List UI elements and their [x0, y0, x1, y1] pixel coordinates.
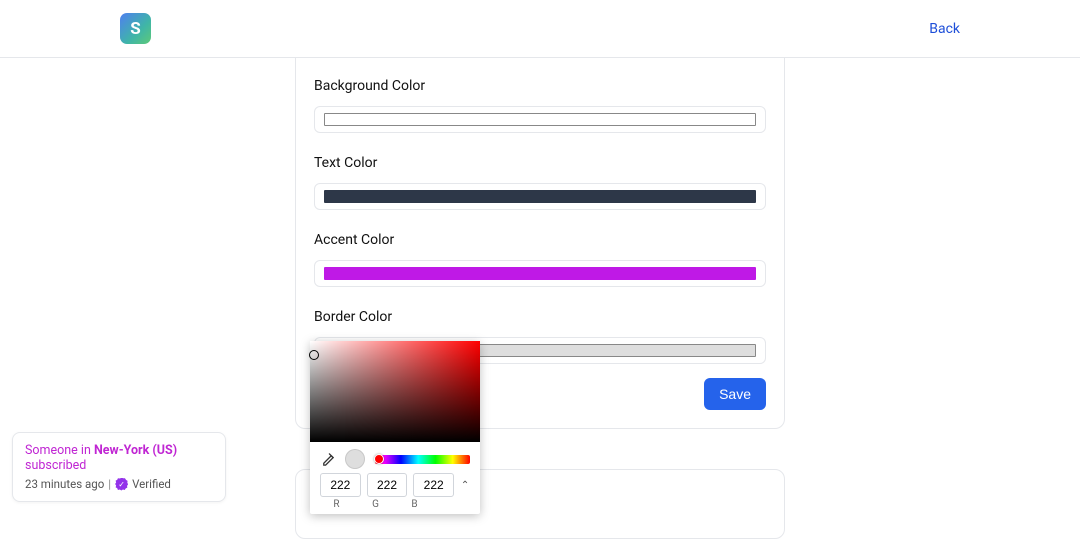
app-logo: S [120, 13, 151, 44]
accent-color-swatch [324, 267, 756, 280]
verified-badge-icon: ✓ [115, 478, 128, 491]
toast-prefix: Someone in [25, 443, 94, 458]
background-color-swatch [324, 113, 756, 126]
save-button[interactable]: Save [704, 378, 766, 410]
color-picker-popover: ⌃ R G B [310, 341, 480, 514]
toast-separator: | [108, 477, 111, 491]
color-preview-swatch [345, 449, 365, 469]
text-color-field[interactable] [314, 183, 766, 210]
border-color-label: Border Color [314, 309, 766, 325]
toast-location: New-York (US) [94, 443, 177, 458]
g-label: G [359, 499, 392, 510]
text-color-swatch [324, 190, 756, 203]
toast-time: 23 minutes ago [25, 477, 104, 491]
color-picker-controls [310, 442, 480, 473]
hue-slider[interactable] [375, 455, 470, 464]
background-color-field[interactable] [314, 106, 766, 133]
saturation-handle[interactable] [309, 350, 319, 360]
r-label: R [320, 499, 353, 510]
notification-toast: Someone in New-York (US) subscribed 23 m… [12, 432, 226, 502]
rgb-labels: R G B [310, 499, 480, 514]
rgb-b-input[interactable] [413, 473, 454, 497]
rgb-inputs: ⌃ [310, 473, 480, 499]
back-link[interactable]: Back [929, 21, 960, 37]
rgb-r-input[interactable] [320, 473, 361, 497]
color-picker-saturation[interactable] [310, 341, 480, 442]
background-color-label: Background Color [314, 78, 766, 94]
accent-color-label: Accent Color [314, 232, 766, 248]
rgb-g-input[interactable] [367, 473, 408, 497]
toast-suffix: subscribed [25, 458, 86, 473]
logo-letter: S [130, 19, 140, 39]
toast-meta: 23 minutes ago | ✓ Verified [25, 477, 213, 491]
verified-label: Verified [132, 477, 171, 491]
format-toggle-icon[interactable]: ⌃ [460, 480, 470, 491]
app-header: S Back [0, 0, 1080, 58]
eyedropper-icon[interactable] [320, 452, 335, 467]
hue-handle[interactable] [374, 454, 384, 464]
toast-message: Someone in New-York (US) subscribed [25, 443, 213, 473]
text-color-label: Text Color [314, 155, 766, 171]
b-label: B [398, 499, 431, 510]
accent-color-field[interactable] [314, 260, 766, 287]
